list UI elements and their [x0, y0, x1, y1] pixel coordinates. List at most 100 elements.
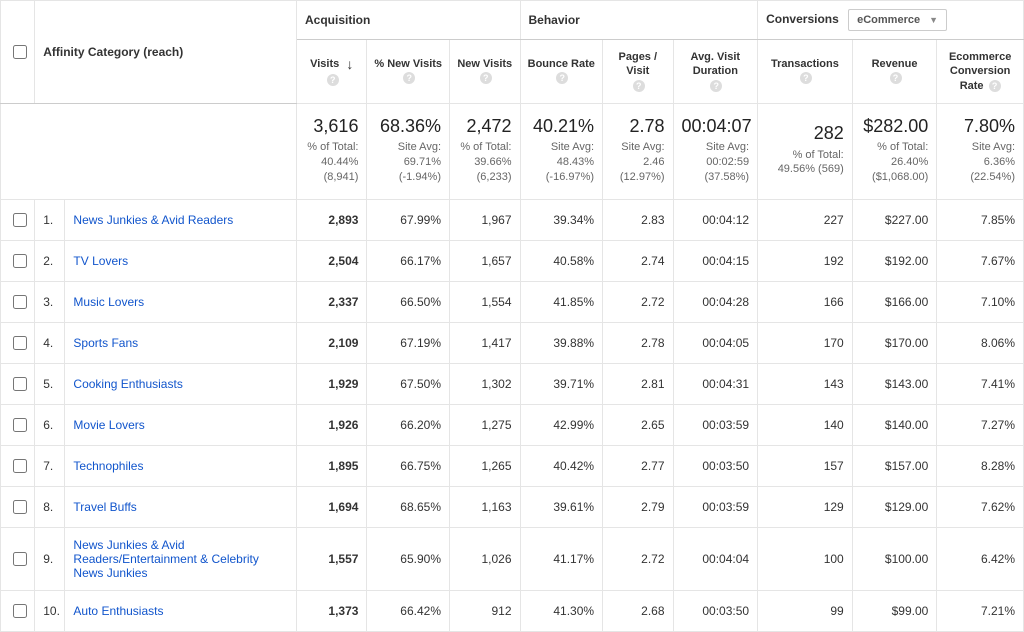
- row-pct-new-visits: 66.17%: [367, 240, 450, 281]
- row-bounce-rate: 39.71%: [520, 363, 603, 404]
- row-name-cell: Sports Fans: [65, 322, 297, 363]
- col-revenue-label: Revenue: [872, 58, 918, 70]
- row-new-visits: 1,417: [450, 322, 521, 363]
- table-row: 6.Movie Lovers1,92666.20%1,27542.99%2.65…: [1, 404, 1024, 445]
- row-visits: 1,557: [296, 527, 366, 590]
- select-all-checkbox[interactable]: [13, 45, 27, 59]
- summary-dur-sub1: Site Avg:: [706, 141, 749, 153]
- affinity-category-link[interactable]: News Junkies & Avid Readers/Entertainmen…: [73, 538, 258, 580]
- col-revenue-header[interactable]: Revenue ?: [852, 40, 937, 104]
- row-checkbox[interactable]: [13, 254, 27, 268]
- help-icon[interactable]: ?: [556, 72, 568, 84]
- row-revenue: $129.00: [852, 486, 937, 527]
- affinity-category-link[interactable]: Cooking Enthusiasts: [73, 377, 182, 391]
- summary-txn-sub2: 49.56% (569): [778, 163, 844, 175]
- row-pages-visit: 2.74: [603, 240, 673, 281]
- conversions-selector[interactable]: eCommerce ▼: [848, 9, 947, 31]
- summary-visits-sub2: 40.44%: [321, 156, 358, 168]
- affinity-category-link[interactable]: Sports Fans: [73, 336, 138, 350]
- col-bounce-rate-header[interactable]: Bounce Rate ?: [520, 40, 603, 104]
- summary-pages-sub3: (12.97%): [620, 171, 665, 183]
- row-pct-new-visits: 67.50%: [367, 363, 450, 404]
- row-name-cell: News Junkies & Avid Readers: [65, 199, 297, 240]
- row-visits: 2,337: [296, 281, 366, 322]
- col-transactions-header[interactable]: Transactions ?: [758, 40, 853, 104]
- row-avg-duration: 00:03:50: [673, 590, 758, 631]
- table-row: 9.News Junkies & Avid Readers/Entertainm…: [1, 527, 1024, 590]
- row-checkbox[interactable]: [13, 604, 27, 618]
- summary-bounce-sub3: (-16.97%): [546, 171, 594, 183]
- analytics-table: Affinity Category (reach) Acquisition Be…: [0, 0, 1024, 632]
- row-checkbox-cell: [1, 363, 35, 404]
- help-icon[interactable]: ?: [403, 72, 415, 84]
- row-checkbox[interactable]: [13, 500, 27, 514]
- row-checkbox[interactable]: [13, 418, 27, 432]
- primary-dimension-header[interactable]: Affinity Category (reach): [35, 1, 297, 104]
- col-pages-visit-header[interactable]: Pages / Visit ?: [603, 40, 673, 104]
- table-row: 4.Sports Fans2,10967.19%1,41739.88%2.780…: [1, 322, 1024, 363]
- row-checkbox[interactable]: [13, 295, 27, 309]
- table-row: 2.TV Lovers2,50466.17%1,65740.58%2.7400:…: [1, 240, 1024, 281]
- row-name-cell: Cooking Enthusiasts: [65, 363, 297, 404]
- row-visits: 2,109: [296, 322, 366, 363]
- help-icon[interactable]: ?: [800, 72, 812, 84]
- row-bounce-rate: 39.61%: [520, 486, 603, 527]
- col-ecr-header[interactable]: Ecommerce Conversion Rate ?: [937, 40, 1024, 104]
- summary-avg-duration: 00:04:07 Site Avg: 00:02:59 (37.58%): [673, 103, 758, 199]
- summary-bounce-sub2: 48.43%: [557, 156, 594, 168]
- row-checkbox[interactable]: [13, 213, 27, 227]
- summary-new-visits-sub3: (6,233): [477, 171, 512, 183]
- row-transactions: 143: [758, 363, 853, 404]
- help-icon[interactable]: ?: [890, 72, 902, 84]
- affinity-category-link[interactable]: Technophiles: [73, 459, 143, 473]
- row-transactions: 129: [758, 486, 853, 527]
- row-revenue: $227.00: [852, 199, 937, 240]
- help-icon[interactable]: ?: [633, 80, 645, 92]
- row-ecr: 7.41%: [937, 363, 1024, 404]
- row-transactions: 227: [758, 199, 853, 240]
- row-visits: 1,895: [296, 445, 366, 486]
- affinity-category-link[interactable]: Movie Lovers: [73, 418, 144, 432]
- col-visits-header[interactable]: Visits ↓ ?: [296, 40, 366, 104]
- col-pct-new-visits-header[interactable]: % New Visits ?: [367, 40, 450, 104]
- summary-pages-visit: 2.78 Site Avg: 2.46 (12.97%): [603, 103, 673, 199]
- row-new-visits: 1,302: [450, 363, 521, 404]
- row-avg-duration: 00:04:15: [673, 240, 758, 281]
- row-transactions: 166: [758, 281, 853, 322]
- row-new-visits: 1,554: [450, 281, 521, 322]
- help-icon[interactable]: ?: [480, 72, 492, 84]
- row-revenue: $100.00: [852, 527, 937, 590]
- summary-new-visits-value: 2,472: [458, 114, 512, 138]
- row-name-cell: Music Lovers: [65, 281, 297, 322]
- row-pct-new-visits: 66.42%: [367, 590, 450, 631]
- row-checkbox[interactable]: [13, 377, 27, 391]
- affinity-category-link[interactable]: Auto Enthusiasts: [73, 604, 163, 618]
- row-name-cell: Auto Enthusiasts: [65, 590, 297, 631]
- help-icon[interactable]: ?: [989, 80, 1001, 92]
- row-checkbox-cell: [1, 240, 35, 281]
- affinity-category-link[interactable]: News Junkies & Avid Readers: [73, 213, 233, 227]
- row-new-visits: 1,265: [450, 445, 521, 486]
- row-checkbox[interactable]: [13, 552, 27, 566]
- row-checkbox[interactable]: [13, 459, 27, 473]
- affinity-category-link[interactable]: Travel Buffs: [73, 500, 136, 514]
- row-checkbox[interactable]: [13, 336, 27, 350]
- help-icon[interactable]: ?: [327, 74, 339, 86]
- row-transactions: 170: [758, 322, 853, 363]
- row-name-cell: Travel Buffs: [65, 486, 297, 527]
- affinity-category-link[interactable]: TV Lovers: [73, 254, 128, 268]
- row-checkbox-cell: [1, 199, 35, 240]
- col-new-visits-header[interactable]: New Visits ?: [450, 40, 521, 104]
- row-pct-new-visits: 67.99%: [367, 199, 450, 240]
- affinity-category-link[interactable]: Music Lovers: [73, 295, 144, 309]
- row-pct-new-visits: 67.19%: [367, 322, 450, 363]
- row-avg-duration: 00:04:28: [673, 281, 758, 322]
- row-checkbox-cell: [1, 281, 35, 322]
- column-group-header-row: Affinity Category (reach) Acquisition Be…: [1, 1, 1024, 40]
- row-checkbox-cell: [1, 322, 35, 363]
- help-icon[interactable]: ?: [710, 80, 722, 92]
- row-avg-duration: 00:04:04: [673, 527, 758, 590]
- row-index: 7.: [35, 445, 65, 486]
- col-avg-duration-header[interactable]: Avg. Visit Duration ?: [673, 40, 758, 104]
- row-avg-duration: 00:03:59: [673, 486, 758, 527]
